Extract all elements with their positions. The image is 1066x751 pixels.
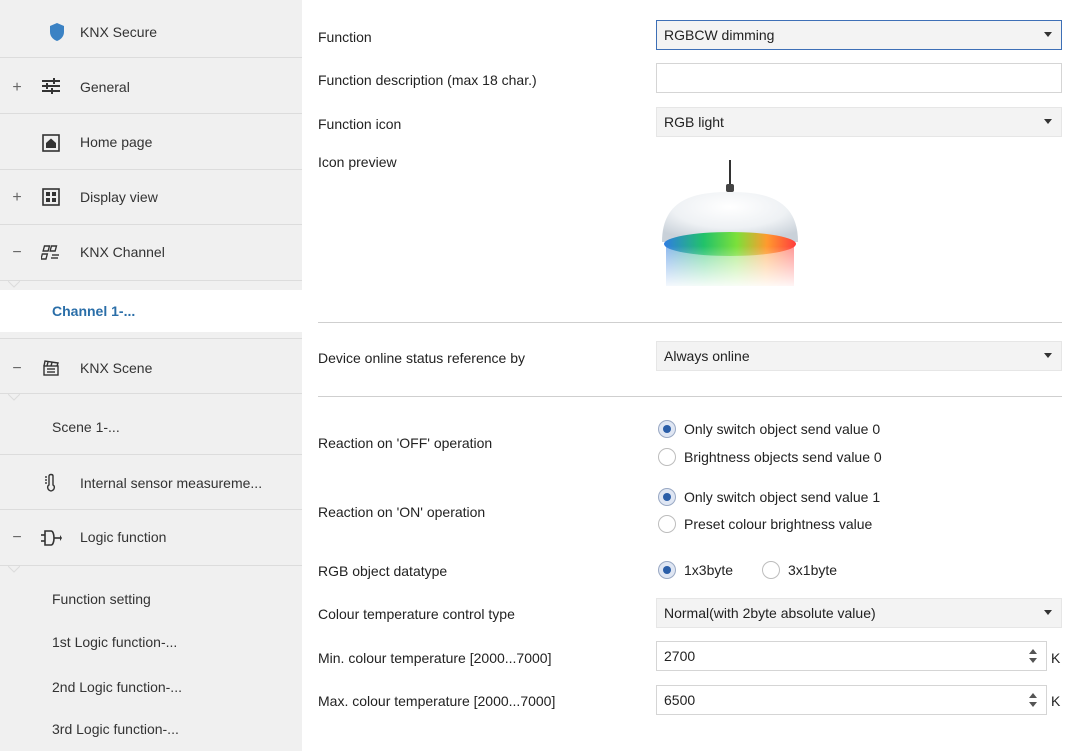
datatype-option-0[interactable]: 1x3byte: [658, 561, 733, 579]
radio-button[interactable]: [658, 488, 676, 506]
sidebar-item-label: Function setting: [52, 591, 151, 607]
sidebar-item-label: KNX Secure: [80, 24, 158, 40]
icon-preview-label: Icon preview: [318, 154, 397, 170]
function-select[interactable]: RGBCW dimming: [656, 20, 1062, 50]
sidebar-item-label: Home page: [80, 134, 153, 150]
sidebar: KNX Secure + General Home page + Display…: [0, 0, 302, 751]
sliders-icon: [40, 76, 62, 96]
spinner-arrows-icon[interactable]: [1028, 691, 1038, 709]
channel-icon: [40, 243, 62, 263]
sidebar-item-label: General: [80, 79, 130, 95]
datatype-option-1[interactable]: 3x1byte: [762, 561, 837, 579]
sidebar-item-label: Display view: [80, 189, 158, 205]
collapse-icon[interactable]: −: [10, 530, 24, 546]
sidebar-item-label: KNX Scene: [80, 360, 153, 376]
radio-label: Brightness objects send value 0: [684, 449, 882, 465]
sidebar-item-logic-function[interactable]: − Logic function: [0, 510, 302, 566]
ct-min-value: 2700: [664, 648, 696, 664]
radio-label: Only switch object send value 1: [684, 489, 881, 505]
rgb-lamp-icon: [658, 158, 802, 290]
online-status-label: Device online status reference by: [318, 350, 525, 366]
datatype-label: RGB object datatype: [318, 563, 448, 579]
ct-min-unit: K: [1051, 650, 1061, 666]
radio-button[interactable]: [658, 515, 676, 533]
tree-notch: [8, 394, 20, 401]
radio-label: Only switch object send value 0: [684, 421, 881, 437]
sidebar-item-label: 2nd Logic function-...: [52, 679, 182, 695]
expand-icon[interactable]: +: [10, 190, 24, 206]
description-label: Function description (max 18 char.): [318, 72, 537, 88]
function-icon-label: Function icon: [318, 116, 402, 132]
ct-type-select-value: Normal(with 2byte absolute value): [664, 605, 876, 621]
ct-type-label: Colour temperature control type: [318, 606, 515, 622]
off-reaction-label: Reaction on 'OFF' operation: [318, 435, 493, 451]
logic-icon: [40, 528, 62, 548]
sidebar-item-channel-1[interactable]: Channel 1-...: [0, 290, 302, 332]
radio-button[interactable]: [658, 561, 676, 579]
online-status-select[interactable]: Always online: [656, 341, 1062, 371]
radio-button[interactable]: [658, 420, 676, 438]
tree-notch: [8, 281, 20, 288]
sidebar-item-internal-sensor[interactable]: Internal sensor measureme...: [0, 454, 302, 510]
on-reaction-option-1[interactable]: Preset colour brightness value: [658, 515, 872, 533]
chevron-down-icon: [1044, 353, 1052, 358]
sidebar-item-label: KNX Channel: [80, 244, 165, 260]
section-divider: [318, 396, 1062, 397]
sidebar-item-function-setting[interactable]: Function setting: [0, 578, 302, 622]
description-input[interactable]: [656, 63, 1062, 93]
chevron-down-icon: [1044, 610, 1052, 615]
chevron-down-icon: [1044, 32, 1052, 37]
ct-min-label: Min. colour temperature [2000...7000]: [318, 650, 552, 666]
sidebar-item-scene-1[interactable]: Scene 1-...: [0, 402, 302, 454]
sidebar-item-display-view[interactable]: + Display view: [0, 170, 302, 225]
function-label: Function: [318, 29, 372, 45]
spinner-arrows-icon[interactable]: [1028, 647, 1038, 665]
shield-icon: [46, 22, 68, 42]
radio-button[interactable]: [658, 448, 676, 466]
home-icon: [40, 133, 62, 153]
ct-type-select[interactable]: Normal(with 2byte absolute value): [656, 598, 1062, 628]
sidebar-item-label: Scene 1-...: [52, 419, 120, 435]
sidebar-item-label: Channel 1-...: [52, 303, 136, 319]
sidebar-item-logic-3[interactable]: 3rd Logic function-...: [0, 710, 302, 751]
on-reaction-option-0[interactable]: Only switch object send value 1: [658, 488, 880, 506]
clapper-icon: [40, 358, 62, 378]
sidebar-item-knx-channel[interactable]: − KNX Channel: [0, 225, 302, 281]
parameter-panel: Function RGBCW dimming Function descript…: [302, 0, 1066, 751]
online-status-select-value: Always online: [664, 348, 750, 364]
collapse-icon[interactable]: −: [10, 245, 24, 261]
radio-label: 3x1byte: [788, 562, 838, 578]
sidebar-item-logic-2[interactable]: 2nd Logic function-...: [0, 666, 302, 710]
thermometer-icon: [40, 473, 62, 493]
sidebar-item-label: Logic function: [80, 529, 167, 545]
function-select-value: RGBCW dimming: [664, 27, 775, 43]
ct-max-label: Max. colour temperature [2000...7000]: [318, 693, 556, 709]
collapse-icon[interactable]: −: [10, 361, 24, 377]
sidebar-item-label: 1st Logic function-...: [52, 634, 178, 650]
off-reaction-option-1[interactable]: Brightness objects send value 0: [658, 448, 882, 466]
function-icon-select-value: RGB light: [664, 114, 724, 130]
sidebar-item-logic-1[interactable]: 1st Logic function-...: [0, 622, 302, 666]
sidebar-item-label: 3rd Logic function-...: [52, 721, 179, 737]
chevron-down-icon: [1044, 119, 1052, 124]
sidebar-item-general[interactable]: + General: [0, 58, 302, 114]
section-divider: [318, 322, 1062, 323]
sidebar-item-knx-scene[interactable]: − KNX Scene: [0, 338, 302, 394]
ct-min-input[interactable]: 2700: [656, 641, 1047, 671]
sidebar-item-home-page[interactable]: Home page: [0, 114, 302, 170]
on-reaction-label: Reaction on 'ON' operation: [318, 504, 486, 520]
radio-label: 1x3byte: [684, 562, 734, 578]
ct-max-unit: K: [1051, 693, 1061, 709]
ct-max-input[interactable]: 6500: [656, 685, 1047, 715]
radio-button[interactable]: [762, 561, 780, 579]
tree-notch: [8, 566, 20, 573]
ct-max-value: 6500: [664, 692, 696, 708]
function-icon-select[interactable]: RGB light: [656, 107, 1062, 137]
grid-icon: [40, 187, 62, 207]
radio-label: Preset colour brightness value: [684, 516, 873, 532]
sidebar-item-label: Internal sensor measureme...: [80, 475, 263, 491]
sidebar-item-knx-secure[interactable]: KNX Secure: [0, 0, 302, 58]
expand-icon[interactable]: +: [10, 80, 24, 96]
off-reaction-option-0[interactable]: Only switch object send value 0: [658, 420, 880, 438]
